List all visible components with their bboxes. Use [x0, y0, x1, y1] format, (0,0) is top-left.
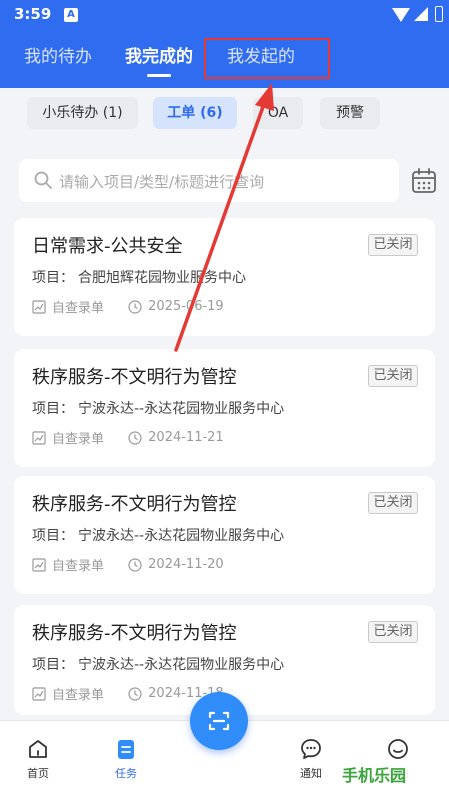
- status-badge: 已关闭: [368, 234, 418, 256]
- tab-my-todo[interactable]: 我的待办: [24, 42, 92, 67]
- wifi-icon: [392, 8, 410, 22]
- chart-icon: [32, 686, 46, 701]
- project-label: 项目：: [32, 528, 74, 544]
- home-icon: [29, 740, 47, 758]
- card-source: 自查录单: [52, 559, 105, 574]
- project-name: 宁波永达--永达花园物业服务中心: [78, 528, 285, 544]
- clock-icon: [128, 299, 142, 314]
- card-source: 自查录单: [52, 301, 105, 316]
- work-order-card[interactable]: 秩序服务-不文明行为管控 已关闭 项目： 宁波永达--永达花园物业服务中心 自查录…: [14, 349, 435, 467]
- chart-icon: [32, 557, 46, 572]
- card-title: 秩序服务-不文明行为管控: [32, 367, 237, 388]
- notification-icon: A: [64, 8, 78, 22]
- status-badge: 已关闭: [368, 621, 418, 643]
- annotation-highlight-box: [204, 38, 330, 79]
- card-meta: 自查录单 2024-11-18: [32, 684, 224, 704]
- card-project: 项目： 宁波永达--永达花园物业服务中心: [32, 525, 284, 545]
- project-name: 合肥旭辉花园物业服务中心: [78, 270, 246, 286]
- project-label: 项目：: [32, 401, 74, 417]
- card-project: 项目： 合肥旭辉花园物业服务中心: [32, 267, 246, 287]
- search-icon: [34, 171, 52, 189]
- card-title: 日常需求-公共安全: [32, 236, 183, 257]
- card-date: 2025-06-19: [148, 299, 224, 314]
- status-bar: 3:59 A: [0, 0, 449, 30]
- card-title: 秩序服务-不文明行为管控: [32, 623, 237, 644]
- project-label: 项目：: [32, 270, 74, 286]
- status-badge: 已关闭: [368, 492, 418, 514]
- card-meta: 自查录单 2024-11-21: [32, 428, 224, 448]
- search-placeholder: 请输入项目/类型/标题进行查询: [59, 173, 265, 191]
- project-name: 宁波永达--永达花园物业服务中心: [78, 657, 285, 673]
- calendar-icon[interactable]: [410, 167, 438, 195]
- chip-warning[interactable]: 预警: [320, 97, 380, 129]
- clock-icon: [128, 430, 142, 445]
- work-order-card[interactable]: 日常需求-公共安全 已关闭 项目： 合肥旭辉花园物业服务中心 自查录单 2025-…: [14, 218, 435, 336]
- nav-home-label: 首页: [27, 767, 49, 780]
- card-project: 项目： 宁波永达--永达花园物业服务中心: [32, 398, 284, 418]
- nav-task[interactable]: 任务: [96, 737, 156, 781]
- chip-xiaole-todo[interactable]: 小乐待办 (1): [27, 97, 138, 129]
- profile-icon: [388, 739, 408, 759]
- chart-icon: [32, 430, 46, 445]
- card-date: 2024-11-21: [148, 430, 224, 445]
- nav-notify[interactable]: 通知: [281, 737, 341, 781]
- task-icon: [118, 740, 134, 759]
- card-date: 2024-11-20: [148, 557, 224, 572]
- clock-icon: [128, 557, 142, 572]
- project-name: 宁波永达--永达花园物业服务中心: [78, 401, 285, 417]
- nav-notify-label: 通知: [300, 767, 322, 780]
- card-title: 秩序服务-不文明行为管控: [32, 494, 237, 515]
- status-badge: 已关闭: [368, 365, 418, 387]
- clock-icon: [128, 686, 142, 701]
- card-source: 自查录单: [52, 432, 105, 447]
- project-label: 项目：: [32, 657, 74, 673]
- work-order-card[interactable]: 秩序服务-不文明行为管控 已关闭 项目： 宁波永达--永达花园物业服务中心 自查录…: [14, 476, 435, 594]
- active-tab-indicator: [147, 74, 171, 77]
- chip-work-order[interactable]: 工单 (6): [153, 97, 237, 129]
- nav-task-label: 任务: [115, 767, 137, 780]
- signal-icon: [414, 7, 428, 21]
- app-header: 3:59 A 我的待办 我完成的 我发起的: [0, 0, 449, 88]
- chip-oa[interactable]: OA: [253, 97, 303, 129]
- chart-icon: [32, 299, 46, 314]
- card-source: 自查录单: [52, 688, 105, 703]
- site-watermark: 手机乐园: [334, 760, 415, 792]
- scan-button[interactable]: [190, 692, 248, 750]
- scan-icon: [208, 711, 230, 731]
- chat-icon: [301, 739, 321, 759]
- card-meta: 自查录单 2024-11-20: [32, 555, 224, 575]
- nav-home[interactable]: 首页: [8, 737, 68, 781]
- card-project: 项目： 宁波永达--永达花园物业服务中心: [32, 654, 284, 674]
- battery-icon: [435, 6, 443, 22]
- card-meta: 自查录单 2025-06-19: [32, 297, 224, 317]
- status-time: 3:59: [14, 5, 52, 23]
- search-input[interactable]: 请输入项目/类型/标题进行查询: [19, 159, 399, 202]
- tab-my-completed[interactable]: 我完成的: [125, 42, 193, 67]
